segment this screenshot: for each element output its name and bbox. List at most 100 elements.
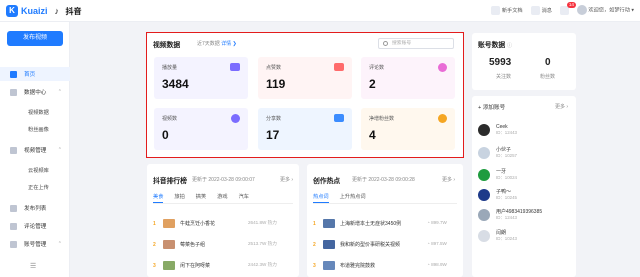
tab-hot-words[interactable]: 热点词 [313, 193, 329, 203]
creation-hot-updated: 更新于 2022-03-28 09:00:28 [352, 177, 415, 183]
user-menu[interactable]: 欢迎您，如梦行动 ▾ [576, 5, 634, 15]
account-item[interactable]: 一牙 ID：10024 [478, 168, 517, 181]
docs-link[interactable]: 新手文档 [490, 5, 523, 15]
video-thumbnail [163, 219, 175, 228]
avatar [576, 5, 587, 15]
video-thumbnail [163, 261, 175, 270]
divider [313, 203, 457, 204]
collapse-sidebar-icon[interactable]: ☰ [30, 262, 36, 270]
send-icon [10, 204, 17, 212]
creation-hot-more-link[interactable]: 更多 › [442, 176, 455, 183]
stat-card-new-fans[interactable]: 净增粉丝数 4 [361, 108, 455, 150]
tab-games[interactable]: 游戏 [217, 193, 227, 203]
hot-row[interactable]: 1 上海新增本土无症状3450例 [313, 219, 401, 228]
sidebar-item-uploading[interactable]: 正在上传 [28, 184, 49, 191]
stat-label: 视频数 [162, 116, 178, 122]
video-thumbnail [163, 240, 175, 249]
following-label: 关注数 [496, 74, 512, 80]
sidebar-item-video-manage[interactable]: 视频管理 ⌃ [0, 143, 70, 157]
sidebar-item-data-center[interactable]: 数据中心 ⌃ [0, 85, 70, 99]
sidebar-item-comments[interactable]: 评论管理 [0, 219, 70, 233]
chevron-down-icon: ▾ [631, 7, 634, 14]
account-item[interactable]: 闫朗 ID：10243 [478, 229, 517, 242]
avatar [478, 188, 490, 201]
data-icon [10, 88, 17, 96]
top-right-area: 新手文档 消息 14 欢迎您，如梦行动 ▾ [490, 1, 634, 15]
user-icon [10, 240, 17, 248]
hot-row[interactable]: 3 布道雅完院鼓救 [313, 261, 375, 270]
fans-label: 粉丝数 [540, 74, 556, 80]
sidebar-item-home[interactable]: 首页 [0, 67, 70, 81]
play-icon [231, 114, 240, 123]
messages-link[interactable]: 消息 [530, 5, 552, 15]
account-search-input[interactable]: 搜索账号 [378, 38, 454, 49]
stat-card-likes[interactable]: 点赞数 119 [258, 57, 352, 99]
stat-value: 2 [369, 77, 376, 91]
logo-text: Kuaizi [21, 6, 48, 16]
tab-travel[interactable]: 旅拍 [174, 193, 184, 203]
notification-bell-icon[interactable]: 14 [559, 1, 576, 15]
sidebar-item-cloud-library[interactable]: 云视频库 [28, 167, 49, 174]
sidebar-item-accounts[interactable]: 账号管理 ⌃ [0, 237, 70, 251]
tab-funny[interactable]: 搞笑 [196, 193, 206, 203]
kuaizi-logo-icon: K [6, 5, 18, 17]
stat-label: 评论数 [369, 65, 385, 71]
rank-metric: 2513.7W 热力 [248, 241, 277, 246]
notification-badge: 14 [566, 1, 576, 8]
logo[interactable]: K Kuaizi ♪ 抖音 [6, 5, 82, 17]
stat-value: 17 [266, 128, 280, 142]
video-data-detail-link[interactable]: 详情 ❯ [221, 41, 237, 47]
fire-icon: ◔ [427, 262, 430, 267]
fans-count: 0 [545, 57, 551, 68]
account-item[interactable]: Ceek ID：12443 [478, 124, 517, 136]
account-data-title: 账号数据 ⓘ [478, 42, 513, 49]
account-more-link[interactable]: 更多 › [555, 103, 568, 110]
sidebar-item-video-data[interactable]: 视频数据 [28, 109, 49, 116]
stat-value: 0 [162, 128, 169, 142]
publish-video-button[interactable]: 发布视频 [7, 31, 63, 46]
account-item[interactable]: 用户4983419396385 ID：12443 [478, 208, 542, 221]
account-item[interactable]: 子鸭～ ID：10245 [478, 188, 517, 201]
tab-food[interactable]: 美食 [153, 193, 164, 203]
chevron-up-icon: ⌃ [57, 241, 62, 247]
home-icon [10, 70, 17, 78]
rank-row[interactable]: 3 闲下在阿呀菜 [153, 261, 210, 270]
douyin-rank-tabs: 美食 旅拍 搞笑 游戏 汽车 [153, 193, 249, 203]
add-account-button[interactable]: + 添加账号 [478, 103, 505, 111]
stat-value: 119 [266, 77, 286, 91]
account-item[interactable]: 小伙子 ID：10257 [478, 146, 517, 159]
sidebar-item-fans-profile[interactable]: 粉丝画像 [28, 126, 49, 133]
message-icon [530, 5, 540, 15]
video-thumbnail [323, 240, 335, 249]
stat-card-comments[interactable]: 评论数 2 [361, 57, 455, 99]
stat-card-shares[interactable]: 分享数 17 [258, 108, 352, 150]
tab-cars[interactable]: 汽车 [239, 193, 249, 203]
rank-metric: 2442.3W 热力 [248, 262, 277, 267]
hot-row[interactable]: 2 我和新的型价事研税关视频 [313, 240, 400, 249]
divider [153, 203, 293, 204]
douyin-rank-title: 抖音排行榜 [153, 178, 187, 185]
chevron-up-icon: ⌃ [57, 147, 62, 153]
rank-row[interactable]: 2 莓菜色子组 [153, 240, 205, 249]
sidebar-item-publish-list[interactable]: 发布列表 [0, 201, 70, 215]
platform-switch[interactable]: ♪ 抖音 [55, 6, 82, 17]
stat-value: 3484 [162, 77, 189, 91]
share-icon [334, 114, 344, 122]
rank-row[interactable]: 1 牛蛙烹饪小香花 [153, 219, 215, 228]
top-bar: K Kuaizi ♪ 抖音 新手文档 消息 14 欢迎您，如梦行动 ▾ [0, 0, 640, 22]
stat-card-videos[interactable]: 视频数 0 [154, 108, 248, 150]
douyin-rank-more-link[interactable]: 更多 › [280, 176, 293, 183]
chevron-up-icon: ⌃ [57, 89, 62, 95]
stat-label: 净增粉丝数 [369, 116, 395, 122]
search-icon [383, 41, 388, 46]
creation-hot-title: 创作热点 [313, 178, 341, 185]
video-thumbnail [323, 219, 335, 228]
stat-card-plays[interactable]: 播放量 3484 [154, 57, 248, 99]
help-icon[interactable]: ⓘ [507, 43, 512, 49]
douyin-icon: ♪ [54, 6, 60, 16]
comment-icon [10, 222, 17, 230]
user-add-icon [438, 114, 447, 123]
stat-label: 点赞数 [266, 65, 282, 71]
creation-hot-tabs: 热点词 上升热点词 [313, 193, 366, 203]
tab-rising-words[interactable]: 上升热点词 [340, 193, 366, 203]
